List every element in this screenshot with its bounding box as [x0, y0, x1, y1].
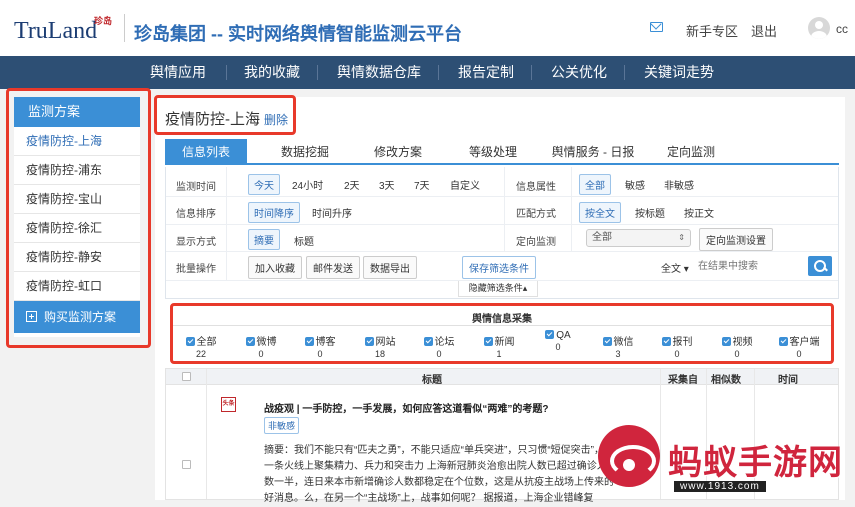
data-export-button[interactable]: 数据导出 — [363, 256, 417, 279]
tab-directed-monitor[interactable]: 定向监测 — [655, 139, 727, 165]
display-summary[interactable]: 摘要 — [248, 229, 280, 250]
filter-row-divider — [166, 196, 838, 197]
tab-edit-plan[interactable]: 修改方案 — [358, 139, 438, 165]
search-input[interactable] — [698, 257, 806, 275]
directed-select-value: 全部 — [592, 232, 612, 243]
time-7d[interactable]: 7天 — [414, 177, 430, 192]
chevron-updown-icon: ⇕ — [678, 233, 685, 242]
article-summary: 摘要：我们不能只有“匹夫之勇”，不能只适应“单兵突进”，只习惯“短促突击”，在一… — [264, 445, 614, 504]
main-nav: 舆情应用 我的收藏 舆情数据仓库 报告定制 公关优化 关键词走势 — [0, 56, 855, 89]
watermark-text: 蚂蚁手游网 — [668, 444, 843, 482]
sort-label: 信息排序 — [176, 209, 216, 220]
attr-all[interactable]: 全部 — [579, 174, 611, 195]
logout-link[interactable]: 退出 — [751, 21, 777, 40]
sort-asc[interactable]: 时间升序 — [312, 205, 352, 220]
filter-col-divider — [226, 167, 227, 280]
attr-sensitive[interactable]: 敏感 — [625, 177, 645, 192]
attr-label: 信息属性 — [516, 182, 556, 193]
search-icon[interactable] — [808, 256, 832, 276]
time-custom[interactable]: 自定义 — [450, 177, 480, 192]
logo-text: TruLand — [14, 18, 98, 44]
nav-divider — [624, 65, 625, 80]
logo-divider — [124, 14, 125, 42]
article-title[interactable]: 战疫观 | 一手防控，一手发展，如何应答这道看似“两难”的考题? — [264, 400, 548, 415]
batch-label: 批量操作 — [176, 264, 216, 275]
row-checkbox[interactable] — [182, 460, 191, 469]
tab-data-mining[interactable]: 数据挖掘 — [265, 139, 345, 165]
filter-col-divider — [571, 167, 572, 251]
highlight-frame-collection — [170, 303, 834, 364]
newbie-link[interactable]: 新手专区 — [686, 21, 738, 40]
nav-divider — [438, 65, 439, 80]
directed-settings-button[interactable]: 定向监测设置 — [699, 228, 773, 251]
nav-favorites[interactable]: 我的收藏 — [234, 56, 310, 89]
nav-keyword-trend[interactable]: 关键词走势 — [634, 56, 724, 89]
user-name[interactable]: cc — [836, 22, 848, 36]
avatar[interactable] — [808, 17, 830, 39]
tab-level-handling[interactable]: 等级处理 — [453, 139, 533, 165]
time-label: 监测时间 — [176, 182, 216, 193]
directed-select[interactable]: 全部 ⇕ — [586, 229, 691, 247]
toutiao-icon: 头条 — [221, 397, 236, 412]
match-label: 匹配方式 — [516, 209, 556, 220]
time-3d[interactable]: 3天 — [379, 177, 395, 192]
email-send-button[interactable]: 邮件发送 — [306, 256, 360, 279]
nav-divider — [531, 65, 532, 80]
header-similar: 相似数 — [711, 375, 741, 386]
time-2d[interactable]: 2天 — [344, 177, 360, 192]
time-24h[interactable]: 24小时 — [292, 177, 323, 192]
nav-data-warehouse[interactable]: 舆情数据仓库 — [327, 56, 431, 89]
sensitivity-badge: 非敏感 — [264, 417, 300, 434]
highlight-frame-title — [154, 95, 296, 135]
nav-yuqing-app[interactable]: 舆情应用 — [140, 56, 216, 89]
tab-daily-report[interactable]: 舆情服务 - 日报 — [543, 139, 643, 165]
search-scope-dropdown[interactable]: 全文 ▾ — [661, 260, 689, 275]
display-title[interactable]: 标题 — [294, 233, 314, 248]
watermark-url: www.1913.com — [674, 481, 766, 492]
sort-desc[interactable]: 时间降序 — [248, 202, 300, 223]
mail-icon[interactable] — [650, 22, 663, 32]
match-body[interactable]: 按正文 — [684, 205, 714, 220]
filter-area: 监测时间 今天 24小时 2天 3天 7天 自定义 信息属性 全部 敏感 非敏感… — [165, 167, 839, 299]
logo-cn: 珍岛 — [94, 16, 113, 26]
site-title: 珍岛集团 -- 实时网络舆情智能监测云平台 — [134, 24, 462, 44]
table-header: 标题 采集自 相似数 时间 — [166, 369, 838, 386]
tab-info-list[interactable]: 信息列表 — [165, 139, 247, 165]
site-watermark: 蚂蚁手游网 www.1913.com — [590, 425, 855, 500]
header-title: 标题 — [422, 375, 442, 386]
top-bar: TruLand 珍岛 珍岛集团 -- 实时网络舆情智能监测云平台 新手专区 退出… — [0, 0, 855, 56]
tab-bar: 信息列表 数据挖掘 修改方案 等级处理 舆情服务 - 日报 定向监测 — [165, 139, 839, 165]
filter-row-divider — [166, 224, 838, 225]
hide-filter-toggle[interactable]: 隐藏筛选条件▴ — [458, 281, 538, 297]
header-source: 采集自 — [668, 375, 698, 386]
directed-label: 定向监测 — [516, 237, 556, 248]
match-fulltext[interactable]: 按全文 — [579, 202, 621, 223]
display-label: 显示方式 — [176, 237, 216, 248]
save-filter-button[interactable]: 保存筛选条件 — [462, 256, 536, 279]
match-title[interactable]: 按标题 — [635, 205, 665, 220]
filter-row-divider — [166, 251, 838, 252]
truland-logo[interactable]: TruLand 珍岛 — [14, 8, 122, 48]
select-all-checkbox[interactable] — [182, 372, 191, 381]
time-today[interactable]: 今天 — [248, 174, 280, 195]
nav-divider — [317, 65, 318, 80]
nav-pr[interactable]: 公关优化 — [541, 56, 617, 89]
table-col-divider — [206, 369, 207, 499]
highlight-frame-sidebar — [6, 88, 151, 348]
add-favorite-button[interactable]: 加入收藏 — [248, 256, 302, 279]
nav-report[interactable]: 报告定制 — [448, 56, 524, 89]
filter-col-divider — [504, 167, 505, 251]
nav-divider — [226, 65, 227, 80]
attr-nonsensitive[interactable]: 非敏感 — [664, 177, 694, 192]
ant-logo-icon — [598, 425, 660, 487]
header-time: 时间 — [778, 375, 798, 386]
